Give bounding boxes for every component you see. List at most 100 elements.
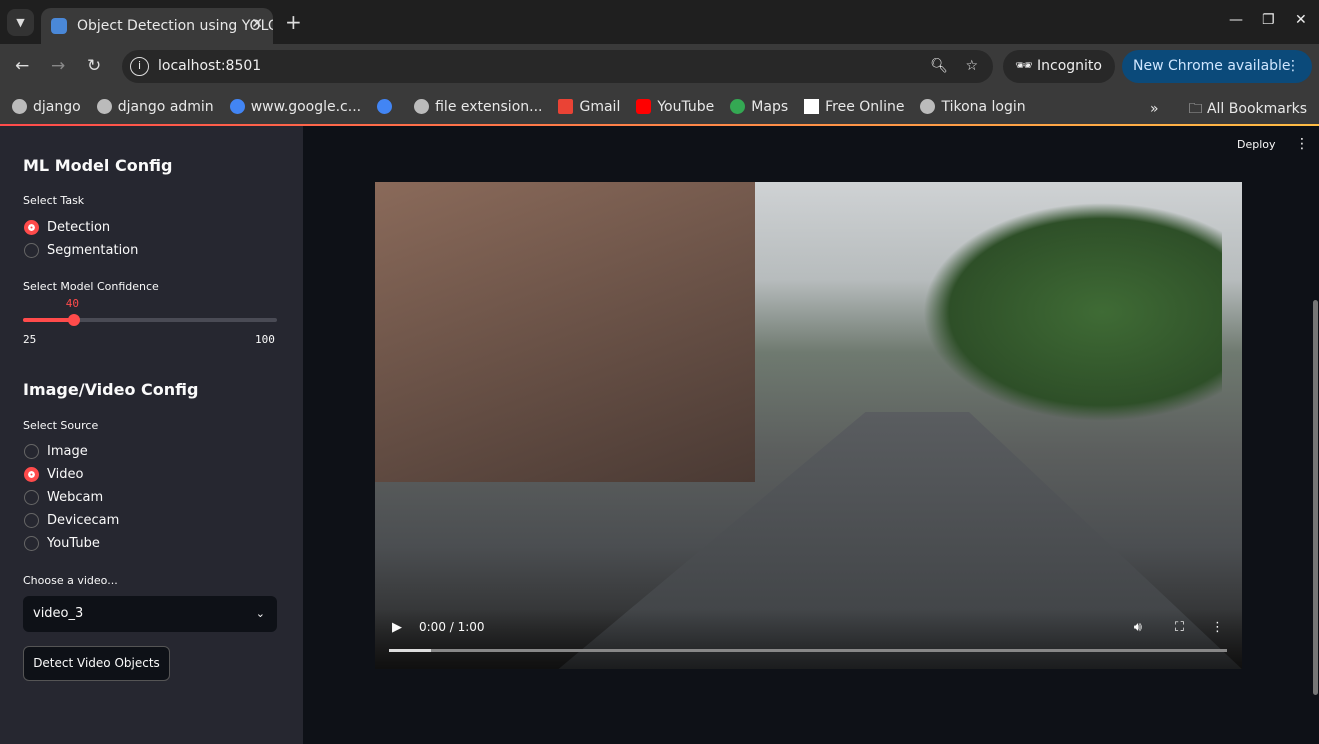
more-chevron-icon[interactable]: » [1150, 101, 1159, 117]
radio-segmentation[interactable]: Segmentation [24, 243, 138, 258]
model-config-heading: ML Model Config [23, 156, 173, 175]
video-progress-bar[interactable] [389, 649, 1227, 652]
radio-unchecked-icon [24, 243, 39, 258]
video-select-value: video_3 [33, 606, 84, 621]
video-progress-fill [389, 649, 431, 652]
maps-icon [730, 99, 746, 114]
tab-bar: ▼ Object Detection using YOLOv8✕ + — ❐ ✕ [0, 0, 1319, 44]
task-label: Select Task [23, 194, 85, 207]
radio-detection[interactable]: Detection [24, 220, 110, 235]
video-controls: ▶ 0:00 / 1:00 🔊︎ ⛶ ⋮ [375, 609, 1242, 669]
bookmark-free-online[interactable]: Free Online [804, 99, 904, 115]
bookmark-youtube[interactable]: YouTube [636, 99, 714, 115]
bookmark-label: Maps [751, 98, 789, 115]
tab-search-button[interactable]: ▼ [7, 9, 34, 36]
bookmarks-bar: django django admin www.google.c... file… [0, 89, 1319, 124]
bookmark-label: www.google.c... [250, 98, 362, 115]
bookmark-label: YouTube [657, 98, 715, 115]
radio-image[interactable]: Image [24, 444, 88, 459]
update-chrome-button[interactable]: New Chrome available ⋮ [1122, 50, 1312, 83]
bookmark-label: django [33, 98, 81, 115]
video-frame-buildings [375, 182, 755, 482]
confidence-slider[interactable] [23, 314, 277, 326]
radio-label: Video [47, 467, 84, 482]
detect-video-objects-button[interactable]: Detect Video Objects [23, 646, 170, 681]
radio-unchecked-icon [24, 513, 39, 528]
minimize-button[interactable]: — [1229, 12, 1243, 28]
forward-button[interactable]: → [51, 56, 65, 76]
video-frame-trees [922, 202, 1222, 422]
url-text: localhost:8501 [158, 58, 262, 74]
all-bookmarks[interactable]: » 🗀 All Bookmarks [1150, 98, 1307, 122]
radio-video[interactable]: Video [24, 467, 83, 482]
more-options-icon[interactable]: ⋮ [1211, 620, 1224, 635]
new-tab-button[interactable]: + [285, 10, 302, 34]
volume-icon[interactable]: 🔊︎ [1134, 620, 1142, 635]
bookmark-label: Tikona login [941, 98, 1026, 115]
globe-icon [96, 99, 112, 114]
incognito-label: Incognito [1037, 58, 1102, 74]
maximize-button[interactable]: ❐ [1262, 12, 1275, 28]
bookmark-label: Free Online [825, 98, 905, 115]
close-tab-icon[interactable]: ✕ [251, 16, 263, 32]
main-menu-icon[interactable]: ⋮ [1295, 136, 1309, 152]
bookmark-tikona[interactable]: Tikona login [920, 98, 1026, 115]
slider-thumb[interactable] [67, 314, 80, 326]
radio-webcam[interactable]: Webcam [24, 490, 103, 505]
address-bar[interactable]: i localhost:8501 🔍︎ ☆ [122, 50, 993, 83]
bookmark-label: django admin [117, 98, 214, 115]
bookmark-file-extension[interactable]: file extension... [414, 99, 542, 115]
robot-favicon-icon [51, 18, 67, 34]
bookmark-gmail[interactable]: Gmail [558, 99, 620, 115]
radio-checked-icon [24, 467, 39, 482]
bookmark-google-2[interactable] [377, 99, 398, 114]
radio-devicecam[interactable]: Devicecam [24, 513, 119, 528]
bookmark-label: Gmail [579, 98, 621, 115]
youtube-icon [636, 99, 652, 114]
radio-label: Image [47, 444, 88, 459]
browser-toolbar: ← → ↻ i localhost:8501 🔍︎ ☆ 🕶︎ Incognito Ne… [0, 44, 1319, 89]
main-scrollbar[interactable] [1313, 300, 1318, 695]
site-info-icon[interactable]: i [130, 57, 149, 76]
bookmark-label: file extension... [435, 98, 543, 115]
all-bookmarks-label: All Bookmarks [1206, 101, 1307, 117]
zoom-icon[interactable]: 🔍︎ [930, 50, 948, 83]
folder-icon: 🗀 [1188, 101, 1207, 117]
deploy-button[interactable]: Deploy [1237, 138, 1276, 151]
radio-unchecked-icon [24, 444, 39, 459]
radio-checked-icon [24, 220, 39, 235]
video-time: 0:00 / 1:00 [419, 620, 485, 634]
confidence-label: Select Model Confidence [23, 280, 159, 293]
tab-title: Object Detection using YOLOv8 [77, 18, 273, 34]
radio-label: Detection [47, 220, 111, 235]
close-window-button[interactable]: ✕ [1295, 12, 1307, 28]
bookmark-django[interactable]: django [12, 99, 81, 115]
video-select[interactable]: video_3 ⌄ [23, 596, 277, 632]
update-label: New Chrome available [1133, 58, 1291, 74]
radio-label: Webcam [47, 490, 104, 505]
incognito-indicator[interactable]: 🕶︎ Incognito [1003, 50, 1115, 83]
bookmark-maps[interactable]: Maps [730, 99, 788, 115]
bookmark-django-admin[interactable]: django admin [96, 98, 214, 115]
reload-button[interactable]: ↻ [87, 56, 101, 76]
play-icon[interactable]: ▶ [392, 620, 402, 635]
ff-icon [804, 99, 820, 114]
incognito-icon: 🕶︎ [1015, 58, 1033, 74]
back-button[interactable]: ← [15, 56, 29, 76]
radio-unchecked-icon [24, 536, 39, 551]
browser-tab[interactable]: Object Detection using YOLOv8✕ [41, 8, 273, 44]
radio-label: Devicecam [47, 513, 120, 528]
bookmark-google[interactable]: www.google.c... [229, 98, 362, 115]
globe-icon [414, 99, 430, 114]
google-icon [229, 99, 245, 114]
radio-youtube[interactable]: YouTube [24, 536, 100, 551]
source-config-heading: Image/Video Config [23, 380, 199, 399]
video-player[interactable]: ▶ 0:00 / 1:00 🔊︎ ⛶ ⋮ [375, 182, 1242, 669]
chevron-down-icon: ⌄ [255, 607, 265, 620]
slider-fill [23, 318, 74, 322]
fullscreen-icon[interactable]: ⛶ [1175, 620, 1184, 635]
radio-label: Segmentation [47, 243, 139, 258]
bookmark-star-icon[interactable]: ☆ [965, 50, 978, 83]
source-label: Select Source [23, 419, 99, 432]
google-icon [377, 99, 393, 114]
